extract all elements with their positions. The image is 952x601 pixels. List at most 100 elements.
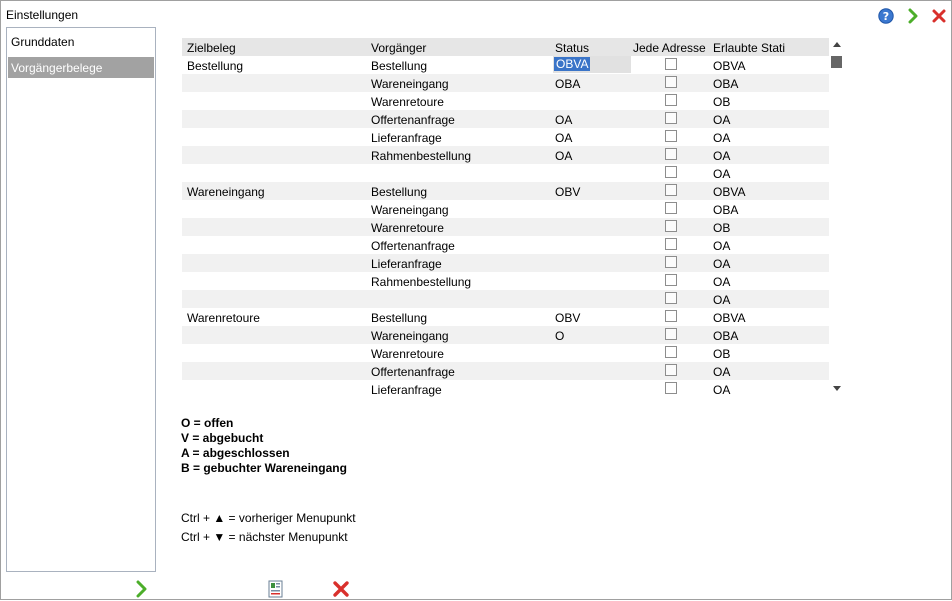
cell-status[interactable]: OA — [555, 128, 572, 146]
cell-vorgaenger[interactable]: Offertenanfrage — [371, 362, 455, 380]
table-row[interactable]: Rahmenbestellung OA OA — [182, 146, 829, 164]
column-header-zielbeleg[interactable]: Zielbeleg — [187, 38, 236, 56]
scroll-up-arrow-icon[interactable] — [833, 42, 841, 47]
cell-vorgaenger[interactable]: Wareneingang — [371, 74, 449, 92]
jede-adresse-checkbox[interactable] — [665, 166, 677, 178]
cell-vorgaenger[interactable]: Bestellung — [371, 308, 427, 326]
jede-adresse-checkbox[interactable] — [665, 58, 677, 70]
cell-zielbeleg[interactable]: Bestellung — [187, 56, 243, 74]
jede-adresse-checkbox[interactable] — [665, 130, 677, 142]
cell-erlaubte-stati[interactable]: OA — [713, 290, 730, 308]
document-icon[interactable] — [267, 580, 285, 598]
cell-erlaubte-stati[interactable]: OBA — [713, 200, 738, 218]
cell-vorgaenger[interactable]: Bestellung — [371, 56, 427, 74]
close-icon[interactable] — [931, 8, 947, 24]
scroll-down-arrow-icon[interactable] — [833, 386, 841, 391]
jede-adresse-checkbox[interactable] — [665, 328, 677, 340]
cell-vorgaenger[interactable]: Warenretoure — [371, 344, 444, 362]
cell-vorgaenger[interactable]: Wareneingang — [371, 200, 449, 218]
table-row[interactable]: Lieferanfrage OA — [182, 380, 829, 398]
cell-vorgaenger[interactable]: Bestellung — [371, 182, 427, 200]
cell-erlaubte-stati[interactable]: OBA — [713, 74, 738, 92]
cell-erlaubte-stati[interactable]: OA — [713, 164, 730, 182]
column-header-jede-adresse[interactable]: Jede Adresse — [633, 38, 706, 56]
cell-erlaubte-stati[interactable]: OBVA — [713, 182, 745, 200]
jede-adresse-checkbox[interactable] — [665, 310, 677, 322]
cell-erlaubte-stati[interactable]: OA — [713, 380, 730, 398]
table-row[interactable]: Lieferanfrage OA — [182, 254, 829, 272]
column-header-erlaubte-stati[interactable]: Erlaubte Stati — [713, 38, 785, 56]
cell-status[interactable]: OBV — [555, 182, 580, 200]
cell-vorgaenger[interactable]: Warenretoure — [371, 218, 444, 236]
jede-adresse-checkbox[interactable] — [665, 184, 677, 196]
cell-erlaubte-stati[interactable]: OB — [713, 218, 730, 236]
cell-status-editor[interactable]: OBVA — [553, 56, 631, 73]
cell-erlaubte-stati[interactable]: OA — [713, 272, 730, 290]
table-row[interactable]: Wareneingang OBA — [182, 200, 829, 218]
table-row[interactable]: Offertenanfrage OA — [182, 236, 829, 254]
ok-arrow-icon[interactable] — [132, 580, 150, 598]
table-row[interactable]: Bestellung Bestellung OBVA OBVA — [182, 56, 829, 74]
jede-adresse-checkbox[interactable] — [665, 220, 677, 232]
cell-vorgaenger[interactable]: Rahmenbestellung — [371, 146, 471, 164]
vertical-scrollbar[interactable] — [830, 38, 844, 398]
cell-erlaubte-stati[interactable]: OA — [713, 236, 730, 254]
table-row[interactable]: Lieferanfrage OA OA — [182, 128, 829, 146]
table-row[interactable]: Warenretoure Bestellung OBV OBVA — [182, 308, 829, 326]
cell-erlaubte-stati[interactable]: OB — [713, 92, 730, 110]
table-row[interactable]: OA — [182, 290, 829, 308]
cell-erlaubte-stati[interactable]: OA — [713, 110, 730, 128]
cell-erlaubte-stati[interactable]: OBVA — [713, 56, 745, 74]
cell-vorgaenger[interactable]: Lieferanfrage — [371, 380, 442, 398]
table-row[interactable]: Offertenanfrage OA — [182, 362, 829, 380]
cell-status[interactable]: OA — [555, 146, 572, 164]
cell-zielbeleg[interactable]: Wareneingang — [187, 182, 265, 200]
cell-erlaubte-stati[interactable]: OA — [713, 128, 730, 146]
cell-status[interactable]: OBV — [555, 308, 580, 326]
cell-vorgaenger[interactable]: Offertenanfrage — [371, 236, 455, 254]
cell-erlaubte-stati[interactable]: OB — [713, 344, 730, 362]
cell-vorgaenger[interactable]: Rahmenbestellung — [371, 272, 471, 290]
cell-vorgaenger[interactable]: Lieferanfrage — [371, 254, 442, 272]
cell-erlaubte-stati[interactable]: OA — [713, 254, 730, 272]
table-row[interactable]: Wareneingang Bestellung OBV OBVA — [182, 182, 829, 200]
cell-zielbeleg[interactable]: Warenretoure — [187, 308, 260, 326]
cancel-icon[interactable] — [332, 580, 350, 598]
jede-adresse-checkbox[interactable] — [665, 382, 677, 394]
cell-status[interactable]: OBA — [555, 74, 580, 92]
jede-adresse-checkbox[interactable] — [665, 202, 677, 214]
table-row[interactable]: Offertenanfrage OA OA — [182, 110, 829, 128]
table-row[interactable]: OA — [182, 164, 829, 182]
cell-vorgaenger[interactable]: Wareneingang — [371, 326, 449, 344]
cell-erlaubte-stati[interactable]: OA — [713, 362, 730, 380]
table-row[interactable]: Wareneingang O OBA — [182, 326, 829, 344]
jede-adresse-checkbox[interactable] — [665, 76, 677, 88]
scroll-thumb[interactable] — [831, 56, 842, 68]
cell-vorgaenger[interactable]: Warenretoure — [371, 92, 444, 110]
table-row[interactable]: Warenretoure OB — [182, 218, 829, 236]
column-header-status[interactable]: Status — [555, 38, 589, 56]
jede-adresse-checkbox[interactable] — [665, 94, 677, 106]
jede-adresse-checkbox[interactable] — [665, 292, 677, 304]
cell-status-selected-text[interactable]: OBVA — [554, 57, 591, 71]
jede-adresse-checkbox[interactable] — [665, 364, 677, 376]
cell-erlaubte-stati[interactable]: OA — [713, 146, 730, 164]
jede-adresse-checkbox[interactable] — [665, 112, 677, 124]
jede-adresse-checkbox[interactable] — [665, 256, 677, 268]
jede-adresse-checkbox[interactable] — [665, 346, 677, 358]
jede-adresse-checkbox[interactable] — [665, 148, 677, 160]
sidebar-item-vorgaengerbelege[interactable]: Vorgängerbelege — [8, 57, 154, 78]
cell-status[interactable]: O — [555, 326, 564, 344]
column-header-vorgaenger[interactable]: Vorgänger — [371, 38, 426, 56]
cell-status[interactable]: OA — [555, 110, 572, 128]
cell-erlaubte-stati[interactable]: OBA — [713, 326, 738, 344]
table-row[interactable]: Wareneingang OBA OBA — [182, 74, 829, 92]
table-row[interactable]: Rahmenbestellung OA — [182, 272, 829, 290]
jede-adresse-checkbox[interactable] — [665, 238, 677, 250]
cell-erlaubte-stati[interactable]: OBVA — [713, 308, 745, 326]
table-row[interactable]: Warenretoure OB — [182, 92, 829, 110]
next-icon[interactable] — [905, 8, 921, 24]
table-row[interactable]: Warenretoure OB — [182, 344, 829, 362]
help-icon[interactable]: ? — [878, 8, 894, 24]
jede-adresse-checkbox[interactable] — [665, 274, 677, 286]
